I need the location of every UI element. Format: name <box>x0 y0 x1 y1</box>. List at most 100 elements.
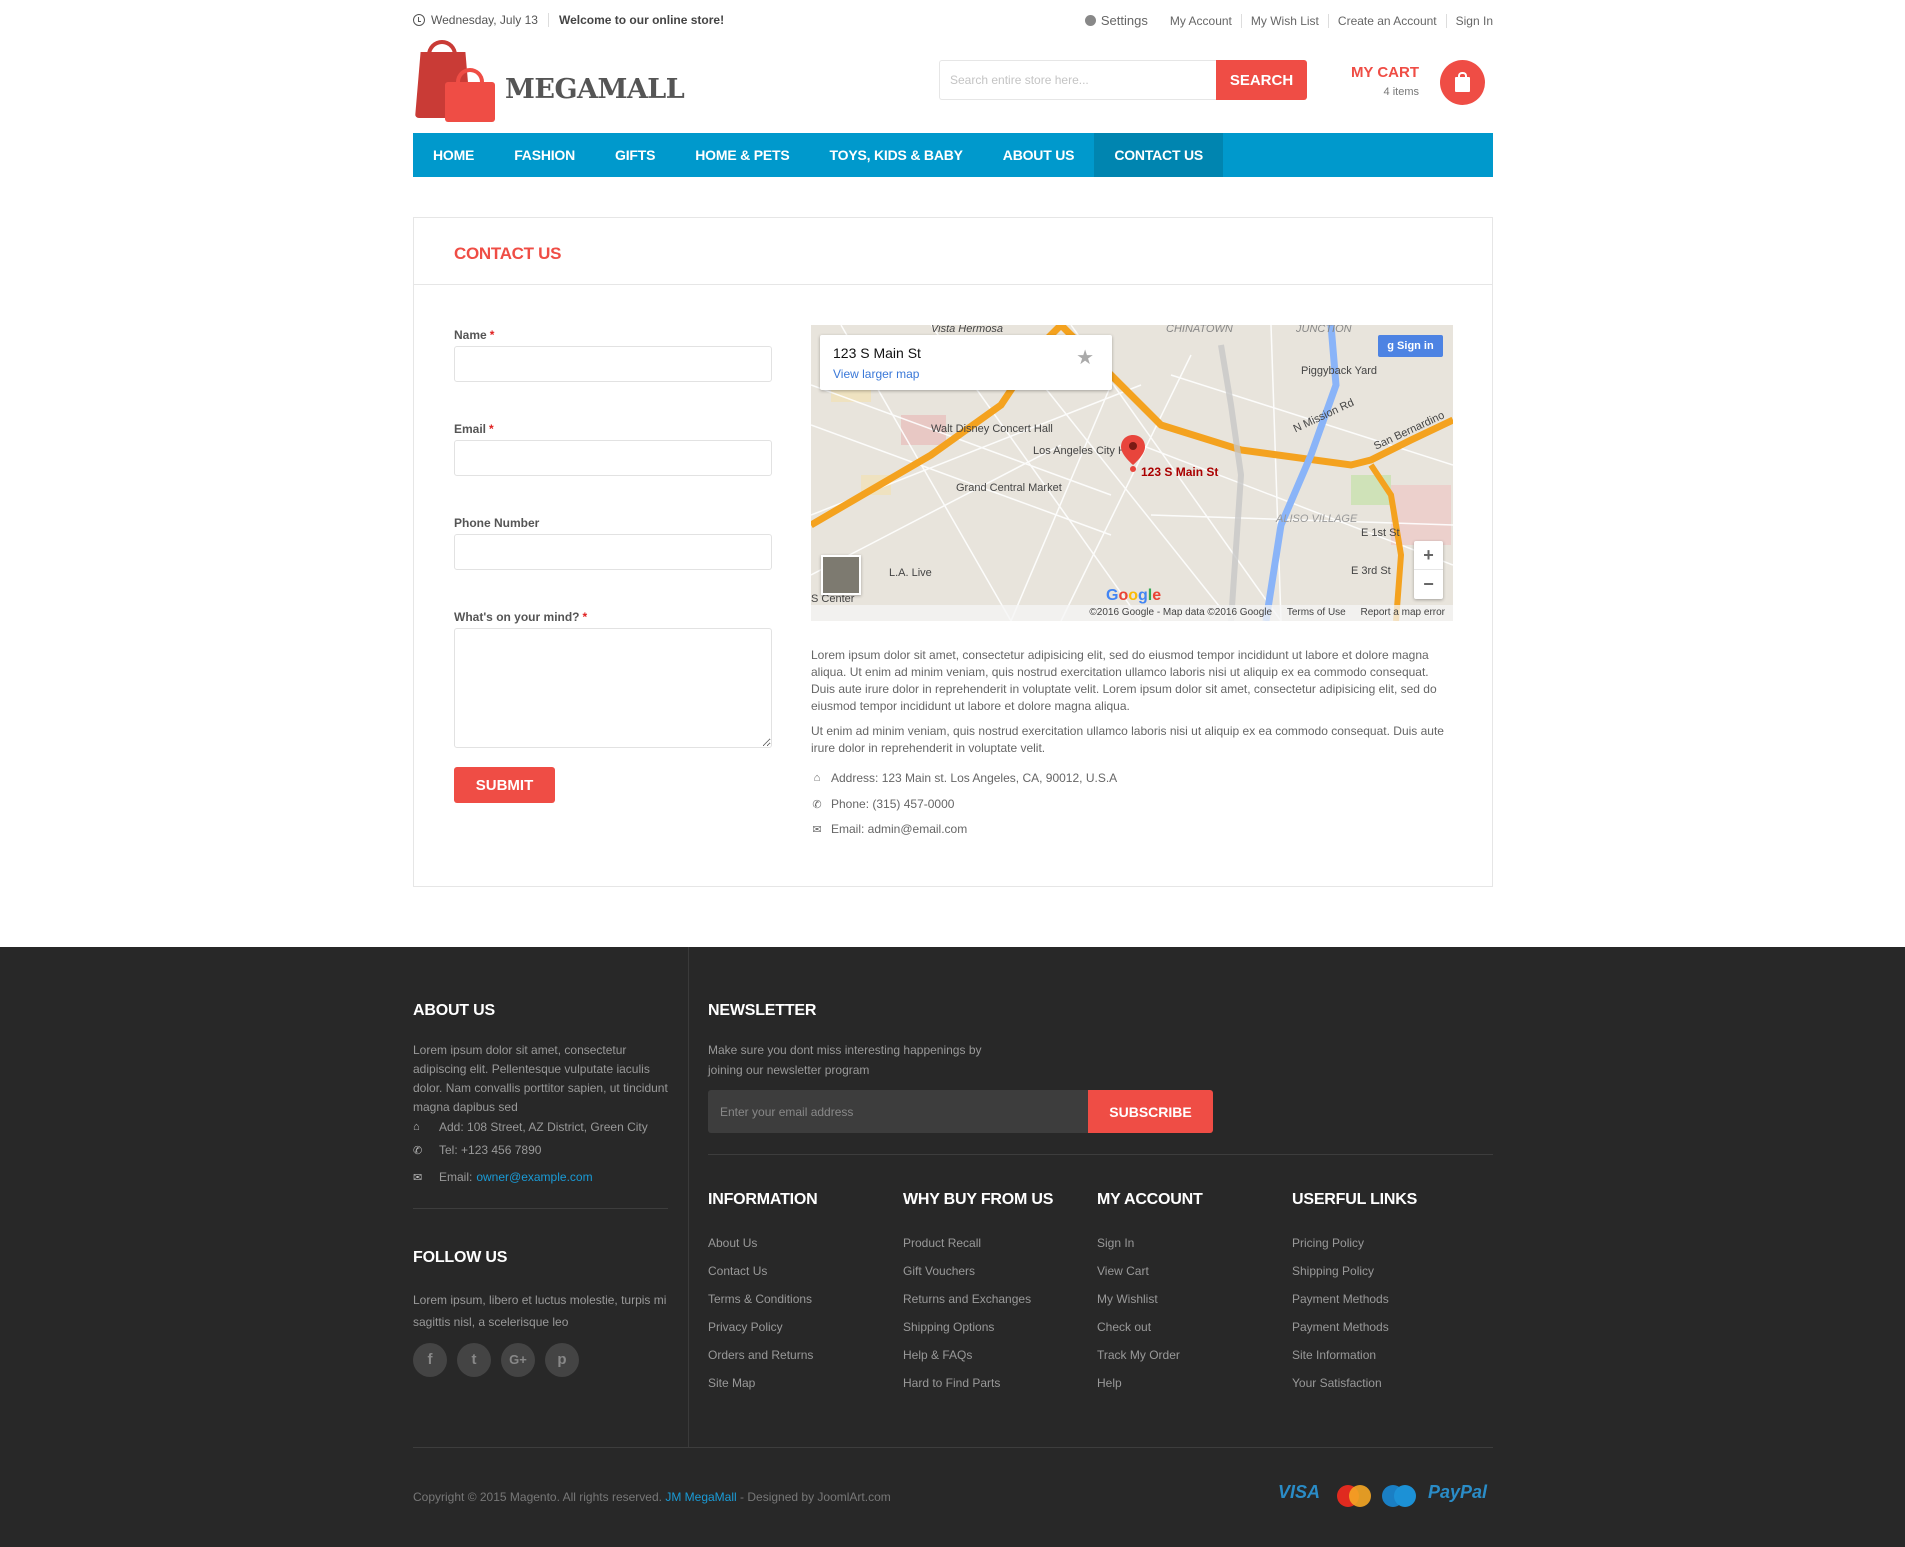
cart-title: MY CART <box>1350 64 1419 81</box>
name-field[interactable] <box>454 346 772 382</box>
sign-in-link[interactable]: Sign In <box>1456 14 1493 28</box>
create-account-link[interactable]: Create an Account <box>1338 14 1437 28</box>
divider <box>688 947 689 1447</box>
cart-count: 4 items <box>1383 86 1419 98</box>
visa-icon: VISA <box>1278 1482 1321 1502</box>
message-field[interactable] <box>454 628 772 748</box>
map-label: Vista Hermosa <box>931 325 1003 335</box>
map-label: Piggyback Yard <box>1301 365 1378 377</box>
footer-column-title: USERFUL LINKS <box>1292 1191 1418 1208</box>
footer-link[interactable]: Help & FAQs <box>903 1348 972 1362</box>
home-icon: ⌂ <box>813 772 821 784</box>
email-label: Email * <box>454 422 494 436</box>
newsletter-email-input[interactable] <box>708 1090 1088 1133</box>
nav-toys-kids-baby[interactable]: TOYS, KIDS & BABY <box>810 133 983 177</box>
footer-link[interactable]: Pricing Policy <box>1292 1236 1364 1250</box>
bag-icon <box>1455 77 1470 92</box>
map-label: CHINATOWN <box>1166 325 1233 335</box>
footer-link[interactable]: Payment Methods <box>1292 1320 1389 1334</box>
cirrus-icon <box>1382 1485 1416 1507</box>
search-form: SEARCH <box>939 60 1307 100</box>
footer-link[interactable]: View Cart <box>1097 1264 1149 1278</box>
globe-icon <box>1084 15 1096 26</box>
footer-link[interactable]: Site Map <box>708 1376 755 1390</box>
zoom-in-button[interactable]: + <box>1414 541 1443 570</box>
nav-home-pets[interactable]: HOME & PETS <box>675 133 809 177</box>
search-button[interactable]: SEARCH <box>1216 60 1307 100</box>
description-paragraph: Ut enim ad minim veniam, quis nostrud ex… <box>811 724 1444 755</box>
search-input[interactable] <box>939 60 1216 100</box>
current-date: Wednesday, July 13 <box>431 13 538 27</box>
zoom-out-button[interactable]: − <box>1414 570 1443 599</box>
main-nav: HOME FASHION GIFTS HOME & PETS TOYS, KID… <box>413 133 1493 177</box>
map-label: Grand Central Market <box>956 482 1062 494</box>
nav-home[interactable]: HOME <box>413 133 494 177</box>
paypal-icon: PayPal <box>1428 1482 1488 1502</box>
footer-link[interactable]: Help <box>1097 1376 1122 1390</box>
my-account-link[interactable]: My Account <box>1170 14 1232 28</box>
submit-button[interactable]: SUBMIT <box>454 767 555 803</box>
footer-link[interactable]: Returns and Exchanges <box>903 1292 1031 1306</box>
footer-link[interactable]: Terms & Conditions <box>708 1292 812 1306</box>
mini-cart[interactable]: MY CART 4 items <box>1340 60 1485 108</box>
footer-link[interactable]: Sign In <box>1097 1236 1134 1250</box>
footer-link[interactable]: Privacy Policy <box>708 1320 783 1334</box>
footer-link[interactable]: Product Recall <box>903 1236 981 1250</box>
view-larger-map-link[interactable]: View larger map <box>833 367 919 381</box>
map-label: L.A. Live <box>889 567 932 579</box>
footer-link[interactable]: Contact Us <box>708 1264 767 1278</box>
nav-contact-us[interactable]: CONTACT US <box>1094 133 1224 177</box>
footer-link[interactable]: About Us <box>708 1236 757 1250</box>
map-copyright: ©2016 Google - Map data ©2016 Google <box>1089 607 1273 618</box>
map-info-card: 123 S Main St View larger map ★ <box>820 335 1112 390</box>
footer-link[interactable]: Gift Vouchers <box>903 1264 975 1278</box>
jm-megamall-link[interactable]: JM MegaMall <box>665 1490 736 1504</box>
map[interactable]: Vista Hermosa CHINATOWN JUNCTION Piggyba… <box>811 325 1453 621</box>
footer-link[interactable]: Check out <box>1097 1320 1151 1334</box>
footer-link[interactable]: Site Information <box>1292 1348 1376 1362</box>
footer-email: ✉ Email: owner@example.com <box>413 1170 593 1184</box>
map-pin-label: 123 S Main St <box>1141 465 1219 479</box>
footer-link[interactable]: My Wishlist <box>1097 1292 1158 1306</box>
cart-button[interactable] <box>1440 60 1485 105</box>
pinterest-icon[interactable]: p <box>545 1343 579 1377</box>
footer-link[interactable]: Hard to Find Parts <box>903 1376 1000 1390</box>
logo[interactable]: MEGAMALL <box>413 40 693 122</box>
footer-column-title: WHY BUY FROM US <box>903 1191 1054 1208</box>
nav-gifts[interactable]: GIFTS <box>595 133 675 177</box>
page: Wednesday, July 13 Welcome to our online… <box>0 0 1905 1547</box>
envelope-icon: ✉ <box>413 1171 423 1184</box>
nav-about-us[interactable]: ABOUT US <box>983 133 1095 177</box>
footer-link[interactable]: Your Satisfaction <box>1292 1376 1382 1390</box>
settings-menu[interactable]: Settings <box>1084 13 1148 28</box>
map-sign-in-button[interactable]: g Sign in <box>1378 335 1443 357</box>
map-label: Walt Disney Concert Hall <box>931 423 1053 435</box>
star-icon[interactable]: ★ <box>1076 345 1094 370</box>
contact-email: ✉ Email: admin@email.com <box>812 822 968 836</box>
divider <box>1445 13 1447 28</box>
my-wish-list-link[interactable]: My Wish List <box>1251 14 1319 28</box>
phone-field[interactable] <box>454 534 772 570</box>
clock-icon <box>413 14 425 26</box>
map-label: ALISO VILLAGE <box>1276 513 1358 525</box>
footer-link[interactable]: Shipping Policy <box>1292 1264 1374 1278</box>
footer-email-link[interactable]: owner@example.com <box>476 1170 592 1184</box>
facebook-icon[interactable]: f <box>413 1343 447 1377</box>
footer-link[interactable]: Orders and Returns <box>708 1348 813 1362</box>
description-paragraph: Lorem ipsum dolor sit amet, consectetur … <box>811 648 1437 713</box>
footer-link[interactable]: Payment Methods <box>1292 1292 1389 1306</box>
map-info-title: 123 S Main St <box>833 345 921 361</box>
google-logo: Google <box>1106 587 1162 604</box>
footer-link[interactable]: Track My Order <box>1097 1348 1180 1362</box>
satellite-toggle[interactable] <box>821 555 861 595</box>
footer-link[interactable]: Shipping Options <box>903 1320 994 1334</box>
divider <box>413 1447 1493 1448</box>
twitter-icon[interactable]: t <box>457 1343 491 1377</box>
report-map-error-link[interactable]: Report a map error <box>1361 607 1445 618</box>
nav-fashion[interactable]: FASHION <box>494 133 595 177</box>
subscribe-button[interactable]: SUBSCRIBE <box>1088 1090 1213 1133</box>
google-plus-icon[interactable]: G+ <box>501 1343 535 1377</box>
email-field[interactable] <box>454 440 772 476</box>
terms-of-use-link[interactable]: Terms of Use <box>1287 607 1346 618</box>
map-label: JUNCTION <box>1296 325 1352 335</box>
